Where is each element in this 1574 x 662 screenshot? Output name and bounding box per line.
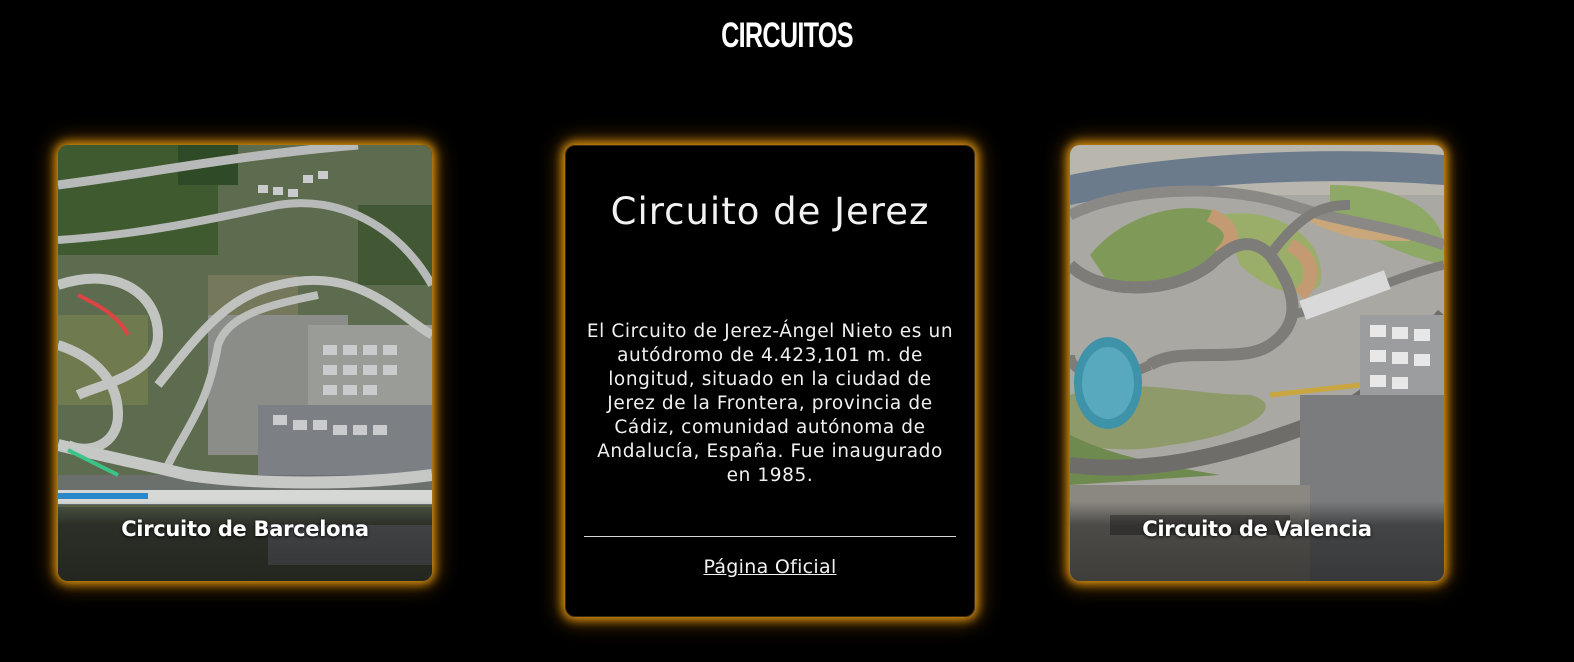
card-caption: Circuito de Valencia — [1070, 501, 1444, 581]
card-caption: Circuito de Barcelona — [58, 501, 432, 581]
circuit-card-jerez[interactable]: Circuito de Jerez El Circuito de Jerez-Á… — [565, 145, 975, 617]
card-title: Circuito de Barcelona — [121, 517, 369, 541]
page-heading: CIRCUITOS — [721, 16, 853, 55]
divider — [584, 536, 956, 537]
circuit-card-valencia[interactable]: Circuito de Valencia — [1070, 145, 1444, 581]
circuit-card-barcelona[interactable]: Circuito de Barcelona — [58, 145, 432, 581]
official-page-link[interactable]: Página Oficial — [566, 556, 974, 578]
card-description: El Circuito de Jerez-Ángel Nieto es un a… — [586, 321, 954, 486]
card-title: Circuito de Valencia — [1142, 517, 1372, 541]
card-title: Circuito de Jerez — [610, 190, 930, 233]
